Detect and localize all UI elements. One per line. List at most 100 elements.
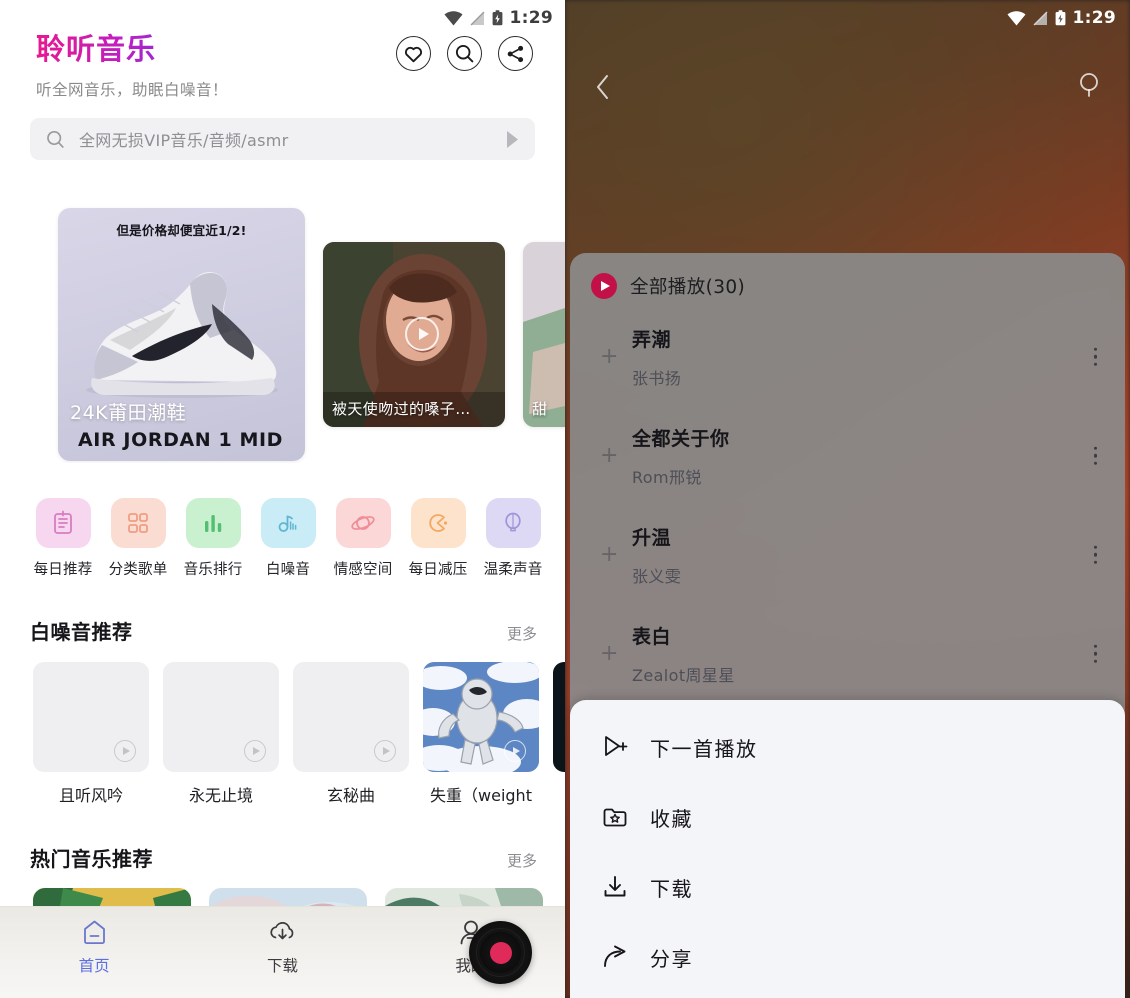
white-noise-row[interactable]: 且听风吟 永无止境 玄秘曲 失重（weight: [33, 662, 565, 806]
play-button[interactable]: [114, 740, 136, 762]
banner-main[interactable]: 但是价格却便宜近1/2! 24K莆田潮鞋 AIR JORDAN 1 MID: [58, 207, 305, 461]
search-bar[interactable]: 全网无损VIP音乐/音频/asmr: [30, 118, 535, 160]
banner-subtitle: AIR JORDAN 1 MID: [78, 428, 284, 451]
thumbnail: [293, 662, 409, 772]
category-item-white-noise[interactable]: 白噪音: [255, 498, 321, 579]
nav-item-home[interactable]: 首页: [0, 907, 188, 976]
play-button[interactable]: [244, 740, 266, 762]
song-list: + 弄潮 张书扬 + 全都关于你 Rom邢锐 + 升温 张义雯 + 表白 Zea…: [570, 307, 1125, 703]
action-label: 下一首播放: [650, 736, 758, 761]
play-all-button[interactable]: 全部播放(30): [570, 253, 1125, 299]
category-item-destress[interactable]: 每日减压: [405, 498, 471, 579]
song-artist: 张义雯: [632, 566, 682, 586]
category-label: 分类歌单: [108, 562, 168, 578]
more-vertical-icon[interactable]: [1093, 347, 1097, 366]
play-button[interactable]: [405, 316, 439, 351]
category-item-playlists[interactable]: 分类歌单: [105, 498, 171, 579]
table-row[interactable]: + 表白 Zealot周星星: [570, 604, 1125, 703]
play-arrow-icon[interactable]: [504, 130, 521, 149]
search-icon: [455, 44, 474, 63]
more-vertical-icon[interactable]: [1093, 545, 1097, 564]
category-item-charts[interactable]: 音乐排行: [180, 498, 246, 579]
status-bar: 1:29: [0, 0, 565, 36]
header-actions: [396, 36, 533, 71]
more-vertical-icon[interactable]: [1093, 644, 1097, 663]
note-wave-icon: [278, 515, 297, 532]
wifi-icon: [1007, 10, 1026, 25]
share-icon: [507, 45, 524, 62]
plus-icon[interactable]: +: [600, 345, 618, 368]
list-item[interactable]: 失重（weight: [423, 662, 539, 806]
section-header-hot-music: 热门音乐推荐 更多: [30, 843, 537, 872]
banner-card[interactable]: 甜: [523, 241, 565, 427]
play-all-label: 全部播放(30): [630, 277, 746, 298]
search-icon: [1080, 73, 1098, 97]
search-button[interactable]: [447, 36, 482, 71]
search-button[interactable]: [1078, 72, 1102, 102]
list-item[interactable]: 玄秘曲: [293, 662, 409, 806]
dual-screenshot: 1:29 聆听音乐 听全网音乐，助眠白噪音！ 全网无损VIP音乐/音频/asmr: [0, 0, 1130, 998]
item-label: 玄秘曲: [326, 786, 375, 805]
list-item[interactable]: 永无止境: [163, 662, 279, 806]
list-item[interactable]: 且听风吟: [33, 662, 149, 806]
app-subtitle: 听全网音乐，助眠白噪音！: [36, 81, 229, 99]
action-label: 下载: [650, 876, 693, 901]
banner-top-text: 但是价格却便宜近1/2!: [116, 222, 247, 238]
play-circle-icon: [591, 273, 617, 299]
nav-item-downloads[interactable]: 下载: [188, 907, 376, 976]
action-share[interactable]: 分享: [570, 922, 1125, 992]
banner-card[interactable]: 被天使吻过的嗓子…: [323, 241, 505, 427]
banner-caption: 24K莆田潮鞋: [70, 401, 187, 424]
thumbnail: [423, 662, 539, 772]
item-label: 失重（weight: [430, 786, 532, 805]
list-item[interactable]: [553, 662, 565, 806]
banner-card-label: 被天使吻过的嗓子…: [332, 399, 471, 418]
action-sheet: 下一首播放 收藏 下载 分享: [570, 700, 1125, 998]
category-item-daily-recommend[interactable]: 每日推荐: [30, 498, 96, 579]
plus-icon[interactable]: +: [600, 642, 618, 665]
back-button[interactable]: [595, 74, 611, 104]
app-header: 聆听音乐 听全网音乐，助眠白噪音！: [36, 26, 228, 100]
action-play-next[interactable]: 下一首播放: [570, 712, 1125, 782]
play-next-icon: [605, 736, 628, 756]
song-artist: Rom邢锐: [632, 467, 702, 487]
planet-icon: [351, 516, 375, 530]
category-item-gentle-voice[interactable]: 温柔声音: [480, 498, 546, 579]
banner-card-label: 甜: [532, 399, 548, 418]
banner-carousel[interactable]: 但是价格却便宜近1/2! 24K莆田潮鞋 AIR JORDAN 1 MID 被天…: [0, 205, 565, 463]
action-favorite[interactable]: 收藏: [570, 782, 1125, 852]
share-button[interactable]: [498, 36, 533, 71]
sneaker-image: [86, 271, 278, 398]
more-vertical-icon[interactable]: [1093, 446, 1097, 465]
search-input[interactable]: 全网无损VIP音乐/音频/asmr: [79, 127, 504, 151]
action-label: 收藏: [650, 806, 693, 831]
category-label: 音乐排行: [183, 562, 243, 578]
thumbnail: [163, 662, 279, 772]
nav-label: 首页: [78, 957, 110, 975]
balloon-icon: [505, 512, 521, 532]
calendar-icon: [54, 510, 72, 534]
category-item-emotion[interactable]: 情感空间: [330, 498, 396, 579]
song-artist: Zealot周星星: [632, 665, 735, 685]
right-phone-screen: 1:29 全部播放(30) + 弄潮 张书扬 + 全都关于你 Rom邢锐 + 升…: [565, 0, 1130, 998]
section-more-link[interactable]: 更多: [507, 623, 537, 644]
item-label: 永无止境: [188, 786, 253, 805]
action-label: 分享: [650, 946, 693, 971]
table-row[interactable]: + 全都关于你 Rom邢锐: [570, 406, 1125, 505]
plus-icon[interactable]: +: [600, 444, 618, 467]
signal-off-icon: [1033, 11, 1047, 25]
table-row[interactable]: + 弄潮 张书扬: [570, 307, 1125, 406]
play-button[interactable]: [374, 740, 396, 762]
status-time: 1:29: [1072, 8, 1116, 28]
favorite-button[interactable]: [396, 36, 431, 71]
section-title: 热门音乐推荐: [30, 847, 153, 871]
chevron-left-icon: [597, 75, 608, 99]
plus-icon[interactable]: +: [600, 543, 618, 566]
status-bar: 1:29: [565, 0, 1130, 36]
play-button[interactable]: [504, 740, 526, 762]
section-more-link[interactable]: 更多: [507, 850, 537, 871]
action-download[interactable]: 下载: [570, 852, 1125, 922]
bottom-navigation: 首页 下载 我的: [0, 906, 565, 998]
table-row[interactable]: + 升温 张义雯: [570, 505, 1125, 604]
vinyl-record-button[interactable]: [469, 921, 532, 984]
